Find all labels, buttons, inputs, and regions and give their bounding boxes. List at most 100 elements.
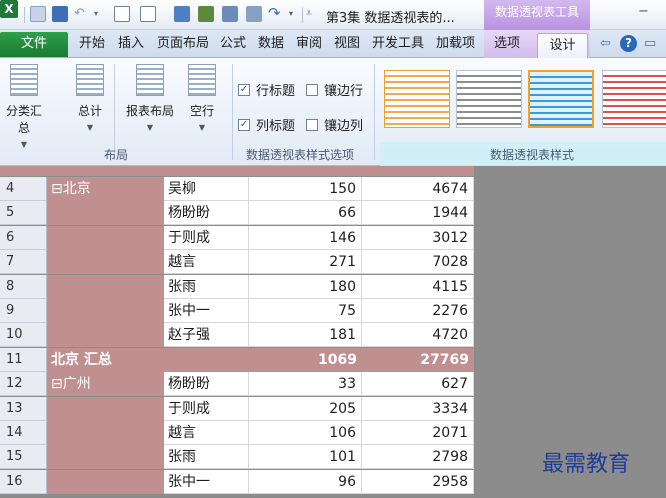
blank-rows-button[interactable]: 空行 ▼ — [184, 64, 220, 132]
amount-cell[interactable]: 3012 — [362, 226, 474, 250]
name-cell[interactable]: 赵子强 — [164, 323, 249, 347]
tab-addins[interactable]: 加载项 — [436, 30, 475, 58]
row-header[interactable]: 15 — [0, 445, 47, 469]
report-layout-button[interactable]: 报表布局 ▼ — [120, 64, 180, 132]
qty-cell[interactable]: 106 — [249, 421, 362, 445]
qty-cell[interactable]: 96 — [249, 470, 362, 494]
pivot-style-orange[interactable] — [384, 70, 450, 128]
format-icon[interactable] — [222, 6, 238, 22]
amount-cell[interactable]: 2958 — [362, 470, 474, 494]
city-cell[interactable]: ⊟北京 — [47, 177, 164, 201]
city-cell[interactable] — [47, 323, 164, 347]
tab-home[interactable]: 开始 — [79, 30, 105, 58]
undo-dropdown-icon[interactable]: ▾ — [94, 6, 110, 22]
city-cell[interactable] — [47, 299, 164, 323]
window-options-icon[interactable]: ▭ — [644, 36, 656, 51]
tab-data[interactable]: 数据 — [258, 30, 284, 58]
print-preview-icon[interactable] — [174, 6, 190, 22]
preview-icon[interactable] — [246, 6, 262, 22]
city-cell[interactable] — [47, 250, 164, 274]
tab-options[interactable]: 选项 — [494, 30, 520, 58]
grand-totals-button[interactable]: 总计 ▼ — [72, 64, 108, 132]
row-header[interactable]: 5 — [0, 201, 47, 225]
name-cell[interactable]: 张中一 — [164, 299, 249, 323]
excel-app-icon[interactable]: X — [0, 0, 18, 18]
redo-icon[interactable]: ↷ — [268, 6, 284, 22]
row-header[interactable]: 14 — [0, 421, 47, 445]
customize-qat-icon[interactable]: ⩡ — [306, 6, 322, 22]
pivot-style-blue-selected[interactable] — [528, 70, 594, 128]
row-header[interactable]: 11 — [0, 348, 47, 372]
city-cell[interactable] — [47, 470, 164, 494]
qty-cell[interactable]: 205 — [249, 397, 362, 421]
amount-cell[interactable]: 2276 — [362, 299, 474, 323]
amount-cell[interactable]: 4115 — [362, 275, 474, 299]
qty-cell[interactable]: 101 — [249, 445, 362, 469]
sort-icon[interactable] — [198, 6, 214, 22]
row-headers-checkbox[interactable]: ✓ 行标题 — [238, 80, 295, 99]
amount-cell[interactable]: 1944 — [362, 201, 474, 225]
help-icon[interactable]: ? — [620, 35, 637, 52]
save-icon[interactable] — [52, 6, 68, 22]
banded-rows-checkbox[interactable]: 镶边行 — [306, 80, 363, 99]
qty-cell[interactable]: 271 — [249, 250, 362, 274]
name-cell[interactable]: 越言 — [164, 421, 249, 445]
amount-cell[interactable]: 2071 — [362, 421, 474, 445]
subtotal-amount-cell[interactable]: 27769 — [362, 348, 474, 372]
tab-developer[interactable]: 开发工具 — [372, 30, 424, 58]
banded-columns-checkbox[interactable]: 镶边列 — [306, 115, 363, 134]
tab-file[interactable]: 文件 — [0, 32, 68, 57]
tab-formulas[interactable]: 公式 — [220, 30, 246, 58]
row-header[interactable]: 4 — [0, 177, 47, 201]
amount-cell[interactable]: 2798 — [362, 445, 474, 469]
row-header[interactable]: 10 — [0, 323, 47, 347]
undo-icon[interactable]: ↶ — [74, 6, 90, 22]
row-header[interactable]: 13 — [0, 397, 47, 421]
city-cell[interactable] — [47, 201, 164, 225]
column-headers-checkbox[interactable]: ✓ 列标题 — [238, 115, 295, 134]
tab-review[interactable]: 审阅 — [296, 30, 322, 58]
pivot-style-red[interactable] — [602, 70, 666, 128]
qty-cell[interactable]: 75 — [249, 299, 362, 323]
new-file-icon[interactable] — [114, 6, 130, 22]
name-cell[interactable]: 于则成 — [164, 226, 249, 250]
subtotal-qty-cell[interactable]: 1069 — [249, 348, 362, 372]
pivot-style-gray[interactable] — [456, 70, 522, 128]
row-header[interactable]: 9 — [0, 299, 47, 323]
tab-insert[interactable]: 插入 — [118, 30, 144, 58]
qty-cell[interactable]: 150 — [249, 177, 362, 201]
row-header[interactable]: 16 — [0, 470, 47, 494]
row-header[interactable]: 12 — [0, 372, 47, 396]
name-cell[interactable]: 杨盼盼 — [164, 201, 249, 225]
amount-cell[interactable]: 7028 — [362, 250, 474, 274]
row-header[interactable]: 8 — [0, 275, 47, 299]
name-cell[interactable]: 越言 — [164, 250, 249, 274]
tab-page-layout[interactable]: 页面布局 — [157, 30, 209, 58]
row-header[interactable]: 7 — [0, 250, 47, 274]
ribbon-collapse-icon[interactable]: ⇦ — [600, 36, 611, 51]
row-header[interactable]: 6 — [0, 226, 47, 250]
qty-cell[interactable]: 146 — [249, 226, 362, 250]
qty-cell[interactable]: 181 — [249, 323, 362, 347]
city-cell[interactable] — [47, 421, 164, 445]
city-cell[interactable] — [47, 226, 164, 250]
qty-cell[interactable]: 33 — [249, 372, 362, 396]
tab-view[interactable]: 视图 — [334, 30, 360, 58]
subtotals-button[interactable]: 分类汇总 ▼ — [2, 64, 46, 149]
name-cell[interactable]: 张中一 — [164, 470, 249, 494]
minimize-button[interactable]: − — [638, 4, 649, 19]
open-file-icon[interactable] — [140, 6, 156, 22]
amount-cell[interactable]: 4720 — [362, 323, 474, 347]
name-cell[interactable]: 于则成 — [164, 397, 249, 421]
quick-access-icon[interactable] — [30, 6, 46, 22]
city-cell[interactable] — [47, 445, 164, 469]
qty-cell[interactable]: 180 — [249, 275, 362, 299]
name-cell[interactable]: 吴柳 — [164, 177, 249, 201]
amount-cell[interactable]: 3334 — [362, 397, 474, 421]
subtotal-label-cell[interactable]: 北京 汇总 — [47, 348, 249, 372]
amount-cell[interactable]: 627 — [362, 372, 474, 396]
name-cell[interactable]: 杨盼盼 — [164, 372, 249, 396]
name-cell[interactable]: 张雨 — [164, 275, 249, 299]
amount-cell[interactable]: 4674 — [362, 177, 474, 201]
city-cell[interactable] — [47, 397, 164, 421]
